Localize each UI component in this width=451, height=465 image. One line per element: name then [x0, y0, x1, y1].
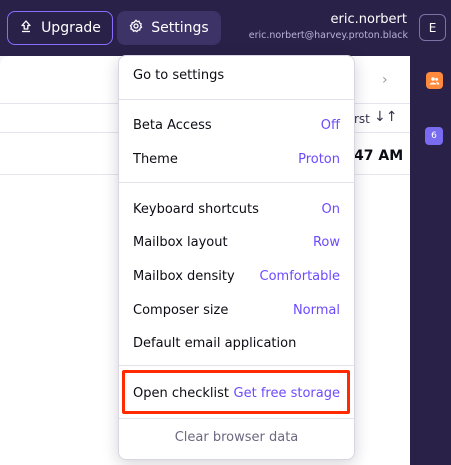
menu-item-composer-size[interactable]: Composer size Normal — [119, 296, 354, 324]
menu-divider — [119, 99, 354, 100]
menu-item-default-email-application[interactable]: Default email application — [119, 329, 354, 357]
upgrade-button[interactable]: Upgrade — [7, 11, 113, 45]
menu-item-mailbox-layout[interactable]: Mailbox layout Row — [119, 228, 354, 256]
menu-item-label: Mailbox layout — [133, 234, 228, 250]
gear-icon — [129, 19, 143, 37]
menu-item-mailbox-density[interactable]: Mailbox density Comfortable — [119, 262, 354, 290]
settings-dropdown: Go to settings Beta Access Off Theme Pro… — [118, 55, 355, 460]
contacts-icon[interactable] — [426, 72, 443, 89]
menu-item-value: Off — [320, 117, 340, 133]
menu-item-beta-access[interactable]: Beta Access Off — [119, 111, 354, 139]
user-email[interactable]: eric.norbert@harvey.proton.black — [249, 30, 408, 41]
calendar-icon[interactable]: 6 — [425, 127, 443, 145]
menu-divider — [119, 182, 354, 183]
message-time: 47 AM — [354, 148, 404, 164]
menu-item-label: Mailbox density — [133, 268, 235, 284]
upgrade-icon — [19, 19, 33, 37]
menu-item-keyboard-shortcuts[interactable]: Keyboard shortcuts On — [119, 195, 354, 223]
menu-item-value: Proton — [298, 151, 340, 167]
menu-item-value: Normal — [292, 302, 340, 318]
settings-button[interactable]: Settings — [117, 11, 221, 45]
menu-item-label: Default email application — [133, 335, 297, 351]
sort-icon[interactable]: ↓↑ — [374, 109, 397, 125]
menu-divider — [119, 365, 354, 366]
menu-item-label: Beta Access — [133, 117, 212, 133]
user-name[interactable]: eric.norbert — [331, 12, 407, 27]
clear-browser-data-button[interactable]: Clear browser data — [119, 430, 354, 445]
menu-item-value: On — [321, 201, 340, 217]
menu-item-value: Comfortable — [259, 268, 341, 284]
upgrade-label: Upgrade — [41, 20, 101, 36]
chevron-right-icon[interactable]: › — [382, 72, 388, 88]
menu-item-theme[interactable]: Theme Proton — [119, 145, 354, 173]
menu-item-label: Go to settings — [133, 67, 225, 83]
menu-item-label: Keyboard shortcuts — [133, 201, 259, 217]
avatar[interactable]: E — [419, 14, 446, 41]
calendar-day: 6 — [431, 131, 437, 141]
menu-item-go-to-settings[interactable]: Go to settings — [119, 61, 354, 89]
sort-label[interactable]: rst — [354, 112, 370, 126]
menu-item-label: Theme — [133, 151, 178, 167]
menu-item-label: Composer size — [133, 302, 229, 318]
right-app-sidebar — [410, 56, 451, 465]
menu-divider — [119, 418, 354, 419]
highlight-box — [122, 370, 350, 414]
settings-label: Settings — [151, 20, 209, 36]
menu-item-value: Row — [312, 234, 340, 250]
